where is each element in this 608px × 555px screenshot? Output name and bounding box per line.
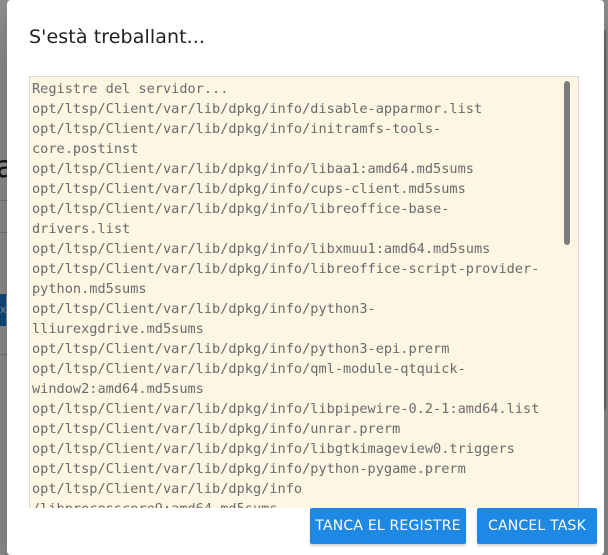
log-line: python.md5sums bbox=[32, 281, 147, 297]
server-log-panel[interactable]: Registre del servidor... opt/ltsp/Client… bbox=[29, 76, 579, 516]
working-dialog: S'està treballant... Registre del servid… bbox=[7, 0, 604, 555]
log-line: opt/ltsp/Client/var/lib/dpkg/info/initra… bbox=[32, 121, 442, 137]
log-line: opt/ltsp/Client/var/lib/dpkg/info/qml-mo… bbox=[32, 361, 466, 377]
log-line: Registre del servidor... bbox=[32, 81, 229, 97]
log-line: opt/ltsp/Client/var/lib/dpkg/info/cups-c… bbox=[32, 181, 466, 197]
dialog-title: S'està treballant... bbox=[29, 26, 206, 48]
log-line: opt/ltsp/Client/var/lib/dpkg/info/libgtk… bbox=[32, 441, 515, 457]
log-line: opt/ltsp/Client/var/lib/dpkg/info/python… bbox=[32, 461, 466, 477]
dialog-actions: TANCA EL REGISTRE CANCEL TASK bbox=[7, 508, 604, 555]
cancel-task-button[interactable]: CANCEL TASK bbox=[477, 508, 597, 544]
log-line: drivers.list bbox=[32, 221, 131, 237]
log-line: window2:amd64.md5sums bbox=[32, 381, 204, 397]
log-line: opt/ltsp/Client/var/lib/dpkg/info/libxmu… bbox=[32, 241, 491, 257]
log-line: opt/ltsp/Client/var/lib/dpkg/info/libaa1… bbox=[32, 161, 474, 177]
log-line: opt/ltsp/Client/var/lib/dpkg/info bbox=[32, 481, 303, 497]
log-line: opt/ltsp/Client/var/lib/dpkg/info/python… bbox=[32, 301, 376, 317]
log-line: opt/ltsp/Client/var/lib/dpkg/info/libreo… bbox=[32, 201, 450, 217]
log-scrollbar[interactable] bbox=[564, 81, 570, 511]
log-line: opt/ltsp/Client/var/lib/dpkg/info/disabl… bbox=[32, 101, 483, 117]
log-line: lliurexgdrive.md5sums bbox=[32, 321, 204, 337]
close-log-button[interactable]: TANCA EL REGISTRE bbox=[310, 508, 466, 544]
log-line: core.postinst bbox=[32, 141, 139, 157]
log-line: opt/ltsp/Client/var/lib/dpkg/info/python… bbox=[32, 341, 450, 357]
log-line: opt/ltsp/Client/var/lib/dpkg/info/unrar.… bbox=[32, 421, 401, 437]
log-line: opt/ltsp/Client/var/lib/dpkg/info/libreo… bbox=[32, 261, 540, 277]
server-log-text: Registre del servidor... opt/ltsp/Client… bbox=[32, 79, 562, 515]
log-scrollbar-thumb[interactable] bbox=[564, 81, 570, 245]
log-line: opt/ltsp/Client/var/lib/dpkg/info/libpip… bbox=[32, 401, 540, 417]
